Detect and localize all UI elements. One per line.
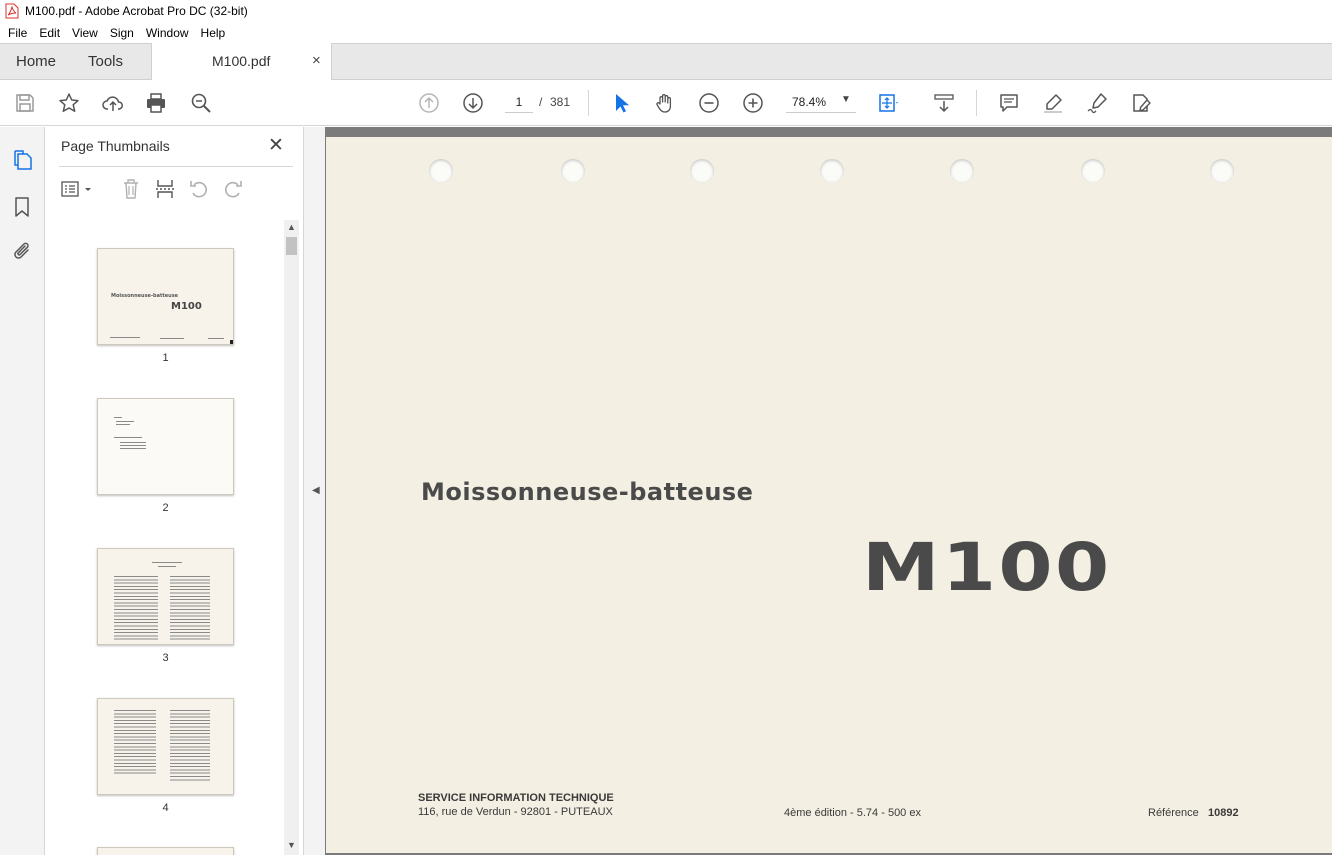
document-model: M100 [862, 529, 1112, 606]
panel-title: Page Thumbnails [61, 138, 170, 154]
trash-icon[interactable] [119, 177, 143, 201]
page-separator: / [539, 95, 543, 109]
save-icon[interactable] [12, 90, 38, 116]
menu-window[interactable]: Window [140, 26, 195, 40]
arrow-up-circle-icon[interactable] [416, 90, 442, 116]
punch-hole [950, 159, 974, 183]
menu-help[interactable]: Help [195, 26, 232, 40]
left-rail [0, 127, 45, 855]
page-number-input[interactable] [505, 91, 533, 113]
options-menu-icon[interactable] [59, 177, 95, 201]
thumbnail-scrollbar[interactable]: ▲ ▼ [284, 220, 299, 855]
document-service: SERVICE INFORMATION TECHNIQUE [418, 792, 614, 804]
comment-icon[interactable] [996, 90, 1022, 116]
divider [59, 166, 293, 167]
edit-pdf-icon[interactable] [1128, 90, 1154, 116]
menu-view[interactable]: View [66, 26, 104, 40]
scroll-mode-icon[interactable] [931, 90, 957, 116]
chevron-down-icon: ▼ [841, 94, 851, 105]
document-edition: 4ème édition - 5.74 - 500 ex [784, 807, 921, 819]
menu-file[interactable]: File [2, 26, 33, 40]
close-icon[interactable]: ✕ [268, 134, 284, 157]
fit-page-icon[interactable] [875, 90, 901, 116]
document-reference-label: Référence [1148, 807, 1199, 819]
document-view[interactable]: Moissonneuse-batteuse M100 SERVICE INFOR… [325, 127, 1332, 855]
toolbar-divider [976, 90, 977, 116]
punch-hole [561, 159, 585, 183]
thumbnail-page1-heading: Moissonneuse-batteuse [111, 293, 179, 299]
star-icon[interactable] [56, 90, 82, 116]
punch-hole [1210, 159, 1234, 183]
panel-splitter[interactable]: ◀ [303, 127, 325, 855]
thumbnail-label: 3 [162, 652, 169, 664]
page-thumbnails-icon[interactable] [10, 148, 34, 172]
document-address: 116, rue de Verdun - 92801 - PUTEAUX [418, 806, 613, 818]
thumbnails-panel: Page Thumbnails ✕ Moissonneuse-batteuse … [45, 127, 303, 855]
paperclip-icon[interactable] [10, 240, 34, 264]
collapse-panel-icon[interactable]: ◀ [312, 485, 320, 496]
acrobat-pdf-icon [5, 3, 19, 19]
scroll-up-icon[interactable]: ▲ [287, 222, 296, 232]
scroll-down-icon[interactable]: ▼ [287, 840, 296, 850]
punch-hole [1081, 159, 1105, 183]
sign-icon[interactable] [1084, 90, 1110, 116]
thumbnail-page-3[interactable] [97, 548, 234, 645]
hand-icon[interactable] [652, 90, 678, 116]
punch-hole [429, 159, 453, 183]
bookmark-icon[interactable] [10, 195, 34, 219]
zoom-value: 78.4% [792, 95, 827, 109]
menu-edit[interactable]: Edit [33, 26, 66, 40]
punch-hole [690, 159, 714, 183]
pdf-page: Moissonneuse-batteuse M100 SERVICE INFOR… [326, 137, 1332, 853]
document-reference-value: 10892 [1208, 807, 1239, 819]
tab-home[interactable]: Home [16, 44, 56, 80]
scroll-thumb[interactable] [286, 237, 297, 255]
tab-tools[interactable]: Tools [88, 44, 123, 80]
menu-bar: File Edit View Sign Window Help [0, 22, 1332, 43]
thumbnail-label: 4 [162, 802, 169, 814]
thumbnail-page-5[interactable] [97, 847, 234, 855]
zoom-in-icon[interactable] [740, 90, 766, 116]
thumbnail-page-2[interactable] [97, 398, 234, 495]
arrow-down-circle-icon[interactable] [460, 90, 486, 116]
thumbnail-page-4[interactable] [97, 698, 234, 795]
toolbar: / 381 78.4% ▼ [0, 80, 1332, 126]
rotate-right-icon[interactable] [221, 177, 245, 201]
zoom-out-icon[interactable] [696, 90, 722, 116]
printer-icon[interactable] [143, 90, 169, 116]
title-bar: M100.pdf - Adobe Acrobat Pro DC (32-bit) [0, 0, 1332, 22]
zoom-select[interactable]: 78.4% ▼ [786, 91, 856, 113]
toolbar-divider [588, 90, 589, 116]
insert-page-icon[interactable] [153, 177, 177, 201]
punch-hole [820, 159, 844, 183]
tab-document-title: M100.pdf [212, 53, 271, 69]
tab-close-icon[interactable]: × [312, 43, 321, 79]
search-icon[interactable] [188, 90, 214, 116]
cursor-icon[interactable] [608, 90, 634, 116]
window-title: M100.pdf - Adobe Acrobat Pro DC (32-bit) [25, 4, 248, 18]
menu-sign[interactable]: Sign [104, 26, 140, 40]
thumbnail-label: 2 [162, 502, 169, 514]
document-heading: Moissonneuse-batteuse [421, 478, 754, 506]
page-total: 381 [550, 95, 571, 109]
thumbnail-page-1[interactable]: Moissonneuse-batteuse M100 [97, 248, 234, 345]
thumbnail-page1-model: M100 [171, 301, 202, 312]
cloud-upload-icon[interactable] [100, 90, 126, 116]
tab-document[interactable]: M100.pdf × [151, 43, 332, 81]
thumbnail-label: 1 [162, 352, 169, 364]
tab-bar: Home Tools M100.pdf × [0, 43, 1332, 81]
highlighter-icon[interactable] [1040, 90, 1066, 116]
rotate-left-icon[interactable] [187, 177, 211, 201]
